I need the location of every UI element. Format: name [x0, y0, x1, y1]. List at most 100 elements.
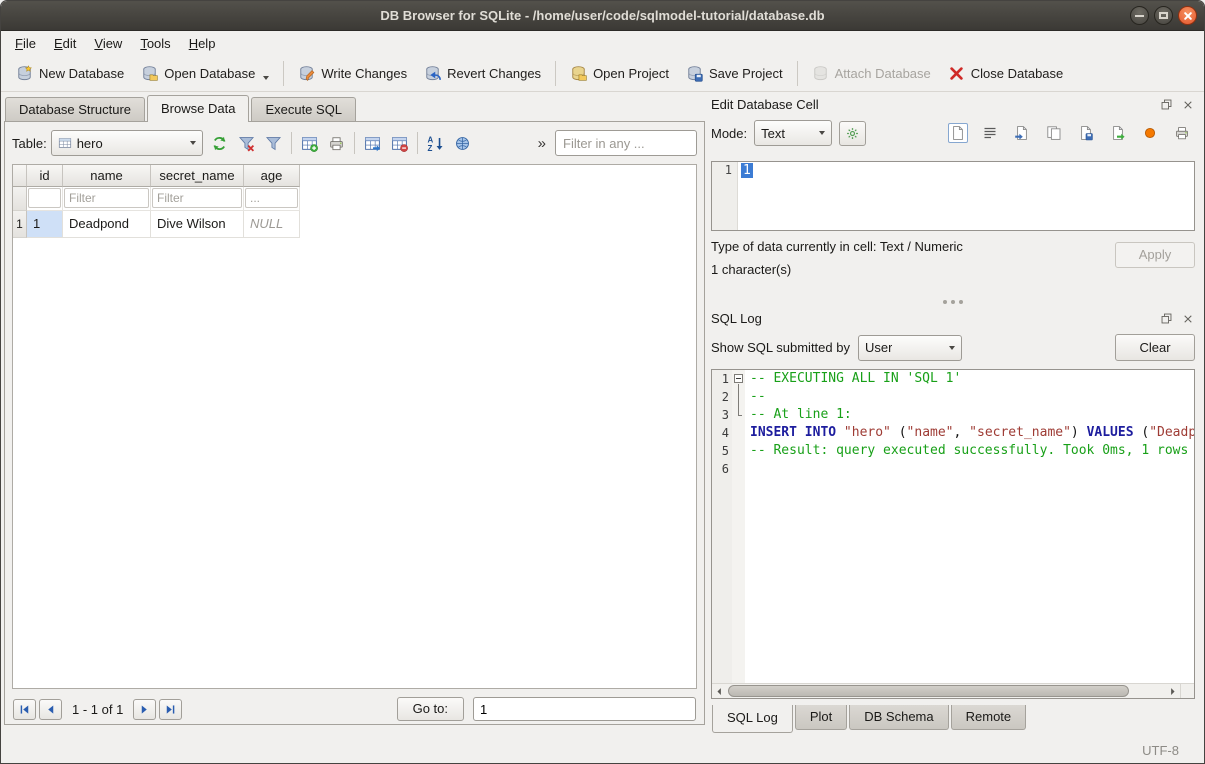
titlebar[interactable]: DB Browser for SQLite - /home/user/code/… — [1, 1, 1204, 31]
menu-edit[interactable]: Edit — [45, 33, 85, 54]
editor-content[interactable]: 1 — [738, 162, 1194, 230]
revert-changes-icon — [424, 65, 441, 82]
close-button[interactable] — [1178, 6, 1197, 25]
edit-cell-float-icon[interactable] — [1159, 97, 1174, 112]
browse-panel: Table: hero AZ » idnamesecret_nameage 11… — [4, 121, 705, 725]
column-header-age[interactable]: age — [244, 165, 300, 187]
column-filter-input-secret-name[interactable] — [152, 188, 242, 208]
column-header-id[interactable]: id — [27, 165, 63, 187]
text-mode-button[interactable] — [948, 123, 968, 143]
table-label: Table: — [12, 136, 47, 151]
open-project-button[interactable]: Open Project — [562, 59, 677, 88]
save-as-button[interactable] — [1076, 123, 1096, 143]
scroll-left-arrow[interactable] — [712, 684, 727, 698]
print-button[interactable] — [324, 131, 349, 155]
goto-input[interactable] — [473, 697, 696, 721]
sql-log-dock-header: SQL Log — [711, 308, 1195, 329]
show-sql-label: Show SQL submitted by — [711, 340, 850, 355]
first-record-button[interactable] — [13, 699, 36, 720]
revert-changes-button[interactable]: Revert Changes — [416, 59, 549, 88]
menu-tools[interactable]: Tools — [131, 33, 179, 54]
main-area: Database StructureBrowse DataExecute SQL… — [1, 92, 1204, 737]
tab-execute-sql[interactable]: Execute SQL — [251, 97, 356, 121]
auto-switch-mode-button[interactable] — [839, 121, 866, 146]
save-project-button[interactable]: Save Project — [678, 59, 791, 88]
insert-record-button[interactable] — [297, 131, 322, 155]
encoding-button[interactable] — [450, 131, 475, 155]
browse-toolbar: Table: hero AZ » — [5, 122, 704, 164]
column-filter-input-age[interactable] — [245, 188, 298, 208]
maximize-button[interactable] — [1154, 6, 1173, 25]
export-records-button[interactable] — [360, 131, 385, 155]
cell-age[interactable]: NULL — [244, 211, 300, 238]
table-select[interactable]: hero — [51, 130, 203, 156]
apply-button: Apply — [1115, 242, 1195, 268]
main-tabbar: Database StructureBrowse DataExecute SQL — [4, 94, 705, 121]
column-header-name[interactable]: name — [63, 165, 151, 187]
dock-tab-db-schema[interactable]: DB Schema — [849, 705, 948, 730]
dock-tab-sql-log[interactable]: SQL Log — [712, 705, 793, 733]
minimize-button[interactable] — [1130, 6, 1149, 25]
menu-file[interactable]: File — [6, 33, 45, 54]
menu-help[interactable]: Help — [180, 33, 225, 54]
dock-tab-remote[interactable]: Remote — [951, 705, 1027, 730]
mode-select[interactable]: Text — [754, 120, 832, 146]
write-changes-button[interactable]: Write Changes — [290, 59, 415, 88]
next-record-button[interactable] — [133, 699, 156, 720]
edit-cell-close-icon[interactable] — [1180, 97, 1195, 112]
scroll-right-arrow[interactable] — [1165, 684, 1180, 698]
new-database-icon — [16, 65, 33, 82]
dock-splitter-handle[interactable] — [711, 296, 1195, 308]
last-record-icon — [164, 703, 177, 716]
close-database-button[interactable]: Close Database — [940, 59, 1072, 88]
editor-selected-text: 1 — [741, 163, 753, 178]
scrollbar-thumb[interactable] — [728, 685, 1129, 697]
export-button[interactable] — [1108, 123, 1128, 143]
maximize-icon — [1159, 12, 1168, 19]
mode-label: Mode: — [711, 126, 747, 141]
open-database-dropdown-arrow-icon[interactable] — [263, 76, 269, 80]
refresh-button[interactable] — [207, 131, 232, 155]
set-null-button[interactable] — [1140, 123, 1160, 143]
open-project-label: Open Project — [593, 66, 669, 81]
filter-cell — [63, 187, 151, 211]
filter-options-button[interactable] — [261, 131, 286, 155]
cell-editor[interactable]: 1 1 — [711, 161, 1195, 231]
sort-az-button[interactable]: AZ — [423, 131, 448, 155]
new-database-button[interactable]: New Database — [8, 59, 132, 88]
previous-record-button[interactable] — [39, 699, 62, 720]
tab-database-structure[interactable]: Database Structure — [5, 97, 145, 121]
scrollbar-track[interactable] — [728, 684, 1164, 698]
column-filter-input-name[interactable] — [64, 188, 149, 208]
toolbar-overflow-chevron[interactable]: » — [533, 135, 551, 152]
cell-name[interactable]: Deadpond — [63, 211, 151, 238]
table-icon — [58, 136, 72, 150]
table-row[interactable]: 11DeadpondDive WilsonNULL — [13, 211, 696, 238]
last-record-button[interactable] — [159, 699, 182, 720]
sql-log-float-icon[interactable] — [1159, 311, 1174, 326]
cell-secret-name[interactable]: Dive Wilson — [151, 211, 244, 238]
show-sql-select[interactable]: User — [858, 335, 962, 361]
grid-header-row: idnamesecret_nameage — [13, 165, 696, 187]
open-database-button[interactable]: Open Database — [133, 59, 277, 88]
delete-record-button[interactable] — [387, 131, 412, 155]
clear-log-button[interactable]: Clear — [1115, 334, 1195, 361]
sql-log-close-icon[interactable] — [1180, 311, 1195, 326]
print-button[interactable] — [1172, 123, 1192, 143]
column-filter-input-id[interactable] — [28, 188, 61, 208]
column-header-secret-name[interactable]: secret_name — [151, 165, 244, 187]
word-wrap-button[interactable] — [980, 123, 1000, 143]
open-file-button[interactable] — [1012, 123, 1032, 143]
fold-marker[interactable] — [732, 370, 745, 388]
goto-button[interactable]: Go to: — [397, 697, 464, 721]
horizontal-scrollbar[interactable] — [712, 683, 1194, 698]
global-filter-input[interactable] — [555, 130, 697, 156]
tab-browse-data[interactable]: Browse Data — [147, 95, 249, 122]
copy-button[interactable] — [1044, 123, 1064, 143]
edit-cell-title: Edit Database Cell — [711, 97, 1153, 112]
menu-view[interactable]: View — [85, 33, 131, 54]
dock-tab-plot[interactable]: Plot — [795, 705, 847, 730]
sql-log-view[interactable]: 1-- EXECUTING ALL IN 'SQL 1'2--3-- At li… — [711, 369, 1195, 699]
cell-id[interactable]: 1 — [27, 211, 63, 238]
clear-filters-button[interactable] — [234, 131, 259, 155]
